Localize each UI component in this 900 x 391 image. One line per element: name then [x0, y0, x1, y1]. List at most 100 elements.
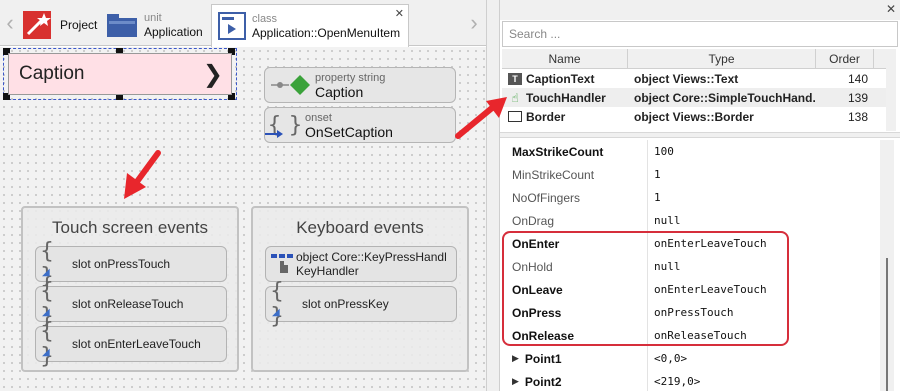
- property-label: NoOfFingers: [500, 186, 648, 209]
- annotation-highlight-box: [502, 231, 789, 346]
- member-order: 140: [847, 71, 868, 86]
- caption-widget-text: Caption: [19, 63, 85, 84]
- member-name: CaptionText: [526, 71, 595, 86]
- expand-triangle-icon[interactable]: ▶: [512, 376, 519, 387]
- property-name: Caption: [315, 84, 364, 100]
- onset-icon: { }: [265, 110, 305, 140]
- tab-unit-kind: unit: [144, 12, 162, 24]
- member-name: TouchHandler: [526, 90, 606, 105]
- slot-icon: { } ◢: [270, 279, 284, 329]
- slot-wave-icon: ◢: [272, 307, 280, 318]
- property-label: Point1: [524, 351, 562, 366]
- slot-name: onReleaseTouch: [94, 297, 184, 311]
- property-label: MinStrikeCount: [500, 163, 648, 186]
- slot-wave-icon: ◢: [42, 347, 50, 358]
- column-header-type[interactable]: Type: [628, 49, 816, 68]
- property-row[interactable]: OnDrag null: [500, 209, 880, 232]
- property-caption-brick[interactable]: property string Caption: [264, 67, 456, 103]
- property-value[interactable]: null: [648, 214, 681, 227]
- slot-kind: slot: [72, 297, 91, 311]
- key-handler-icon: [270, 249, 296, 279]
- member-row-captiontext[interactable]: T CaptionText object Views::Text 140: [502, 69, 888, 88]
- members-search-input[interactable]: [502, 21, 898, 47]
- tab-unit-name: Application: [144, 25, 203, 39]
- member-type: object Views::Border: [634, 109, 754, 124]
- inspector-titlebar: ✕: [500, 0, 900, 20]
- tab-close-icon[interactable]: ✕: [395, 7, 404, 20]
- class-icon: [218, 12, 246, 40]
- slot-name: onEnterLeaveTouch: [94, 337, 201, 351]
- nav-forward-arrow-icon[interactable]: ›: [466, 4, 482, 42]
- property-value[interactable]: <219,0>: [648, 375, 700, 388]
- member-type: object Views::Text: [634, 71, 739, 86]
- slot-on-enter-leave-touch[interactable]: { } ◢ slot onEnterLeaveTouch: [35, 319, 227, 369]
- property-label: OnDrag: [500, 209, 648, 232]
- nav-back-arrow-icon[interactable]: ‹: [2, 4, 18, 42]
- member-order: 139: [847, 90, 868, 105]
- touch-icon: ☝: [511, 90, 519, 105]
- members-scrollbar[interactable]: [886, 49, 896, 131]
- slot-on-press-touch[interactable]: { } ◢ slot onPressTouch: [35, 239, 227, 289]
- handler-kind: object Core::KeyPressHandl: [296, 250, 447, 264]
- touch-group-title: Touch screen events: [52, 218, 208, 237]
- slot-kind: slot: [302, 297, 321, 311]
- slot-name: onPressTouch: [94, 257, 171, 271]
- caption-menu-item-widget[interactable]: Caption ❯: [8, 53, 232, 95]
- members-table-header: Name Type Order: [502, 49, 888, 69]
- text-icon: T: [508, 72, 522, 85]
- property-label: Point2: [524, 374, 562, 389]
- panel-splitter[interactable]: [486, 0, 500, 391]
- tab-unit-application[interactable]: unit Application: [106, 4, 210, 46]
- member-type: object Core::SimpleTouchHand...: [634, 90, 816, 105]
- inspector-splitter[interactable]: [500, 132, 900, 138]
- chevron-right-icon: ❯: [202, 60, 223, 88]
- expand-triangle-icon[interactable]: ▶: [512, 353, 519, 364]
- tab-class-openmenuitem[interactable]: class Application::OpenMenuItem ✕: [211, 4, 409, 47]
- properties-scrollbar-thumb[interactable]: [886, 258, 888, 391]
- column-header-order[interactable]: Order: [816, 49, 874, 68]
- tab-project-label: Project: [60, 18, 98, 32]
- property-label: MaxStrikeCount: [500, 140, 648, 163]
- property-value[interactable]: 1: [648, 168, 661, 181]
- onset-kind: onset: [305, 112, 332, 124]
- slot-on-press-key[interactable]: { } ◢ slot onPressKey: [265, 279, 457, 329]
- property-row-point1[interactable]: ▶ Point1 <0,0>: [500, 347, 880, 370]
- editor-tab-bar: ‹ Project unit Application class Applica…: [0, 0, 486, 47]
- property-kind: property string: [315, 72, 386, 84]
- onset-arrow-icon: [265, 130, 283, 138]
- column-header-name[interactable]: Name: [502, 49, 628, 68]
- unit-folder-icon: [107, 14, 137, 37]
- touch-screen-events-group[interactable]: Touch screen events { } ◢ slot onPressTou…: [21, 206, 239, 372]
- property-row[interactable]: MaxStrikeCount 100: [500, 140, 880, 163]
- member-row-border[interactable]: Border object Views::Border 138: [502, 107, 888, 126]
- slot-wave-icon: ◢: [42, 267, 50, 278]
- onset-name: OnSetCaption: [305, 124, 393, 140]
- members-table: Name Type Order T CaptionText object View…: [502, 49, 888, 126]
- property-row[interactable]: NoOfFingers 1: [500, 186, 880, 209]
- tab-class-name: Application::OpenMenuItem: [252, 26, 401, 40]
- keyboard-group-title: Keyboard events: [296, 218, 424, 237]
- property-value[interactable]: 1: [648, 191, 661, 204]
- slot-icon: { } ◢: [40, 279, 54, 329]
- handler-name: KeyHandler: [296, 264, 359, 278]
- property-value[interactable]: 100: [648, 145, 674, 158]
- slot-kind: slot: [72, 337, 91, 351]
- slot-name: onPressKey: [324, 297, 389, 311]
- close-icon[interactable]: ✕: [886, 2, 896, 16]
- border-icon: [508, 111, 522, 122]
- slot-kind: slot: [72, 257, 91, 271]
- member-order: 138: [847, 109, 868, 124]
- keyboard-events-group[interactable]: Keyboard events object Core::KeyPressHan…: [251, 206, 469, 372]
- tab-project[interactable]: Project: [22, 4, 102, 46]
- member-row-touchhandler[interactable]: ☝ TouchHandler object Core::SimpleTouchHa…: [502, 88, 888, 107]
- slot-on-release-touch[interactable]: { } ◢ slot onReleaseTouch: [35, 279, 227, 329]
- property-label-group: ▶ Point2: [500, 370, 648, 391]
- property-diamond-icon: [271, 75, 310, 95]
- slot-icon: { } ◢: [40, 319, 54, 369]
- key-handler-object[interactable]: object Core::KeyPressHandl KeyHandler: [265, 246, 457, 282]
- onset-caption-brick[interactable]: { } onset OnSetCaption: [264, 107, 456, 143]
- property-row-point2[interactable]: ▶ Point2 <219,0>: [500, 370, 880, 391]
- slot-wave-icon: ◢: [42, 307, 50, 318]
- property-value[interactable]: <0,0>: [648, 352, 687, 365]
- property-row[interactable]: MinStrikeCount 1: [500, 163, 880, 186]
